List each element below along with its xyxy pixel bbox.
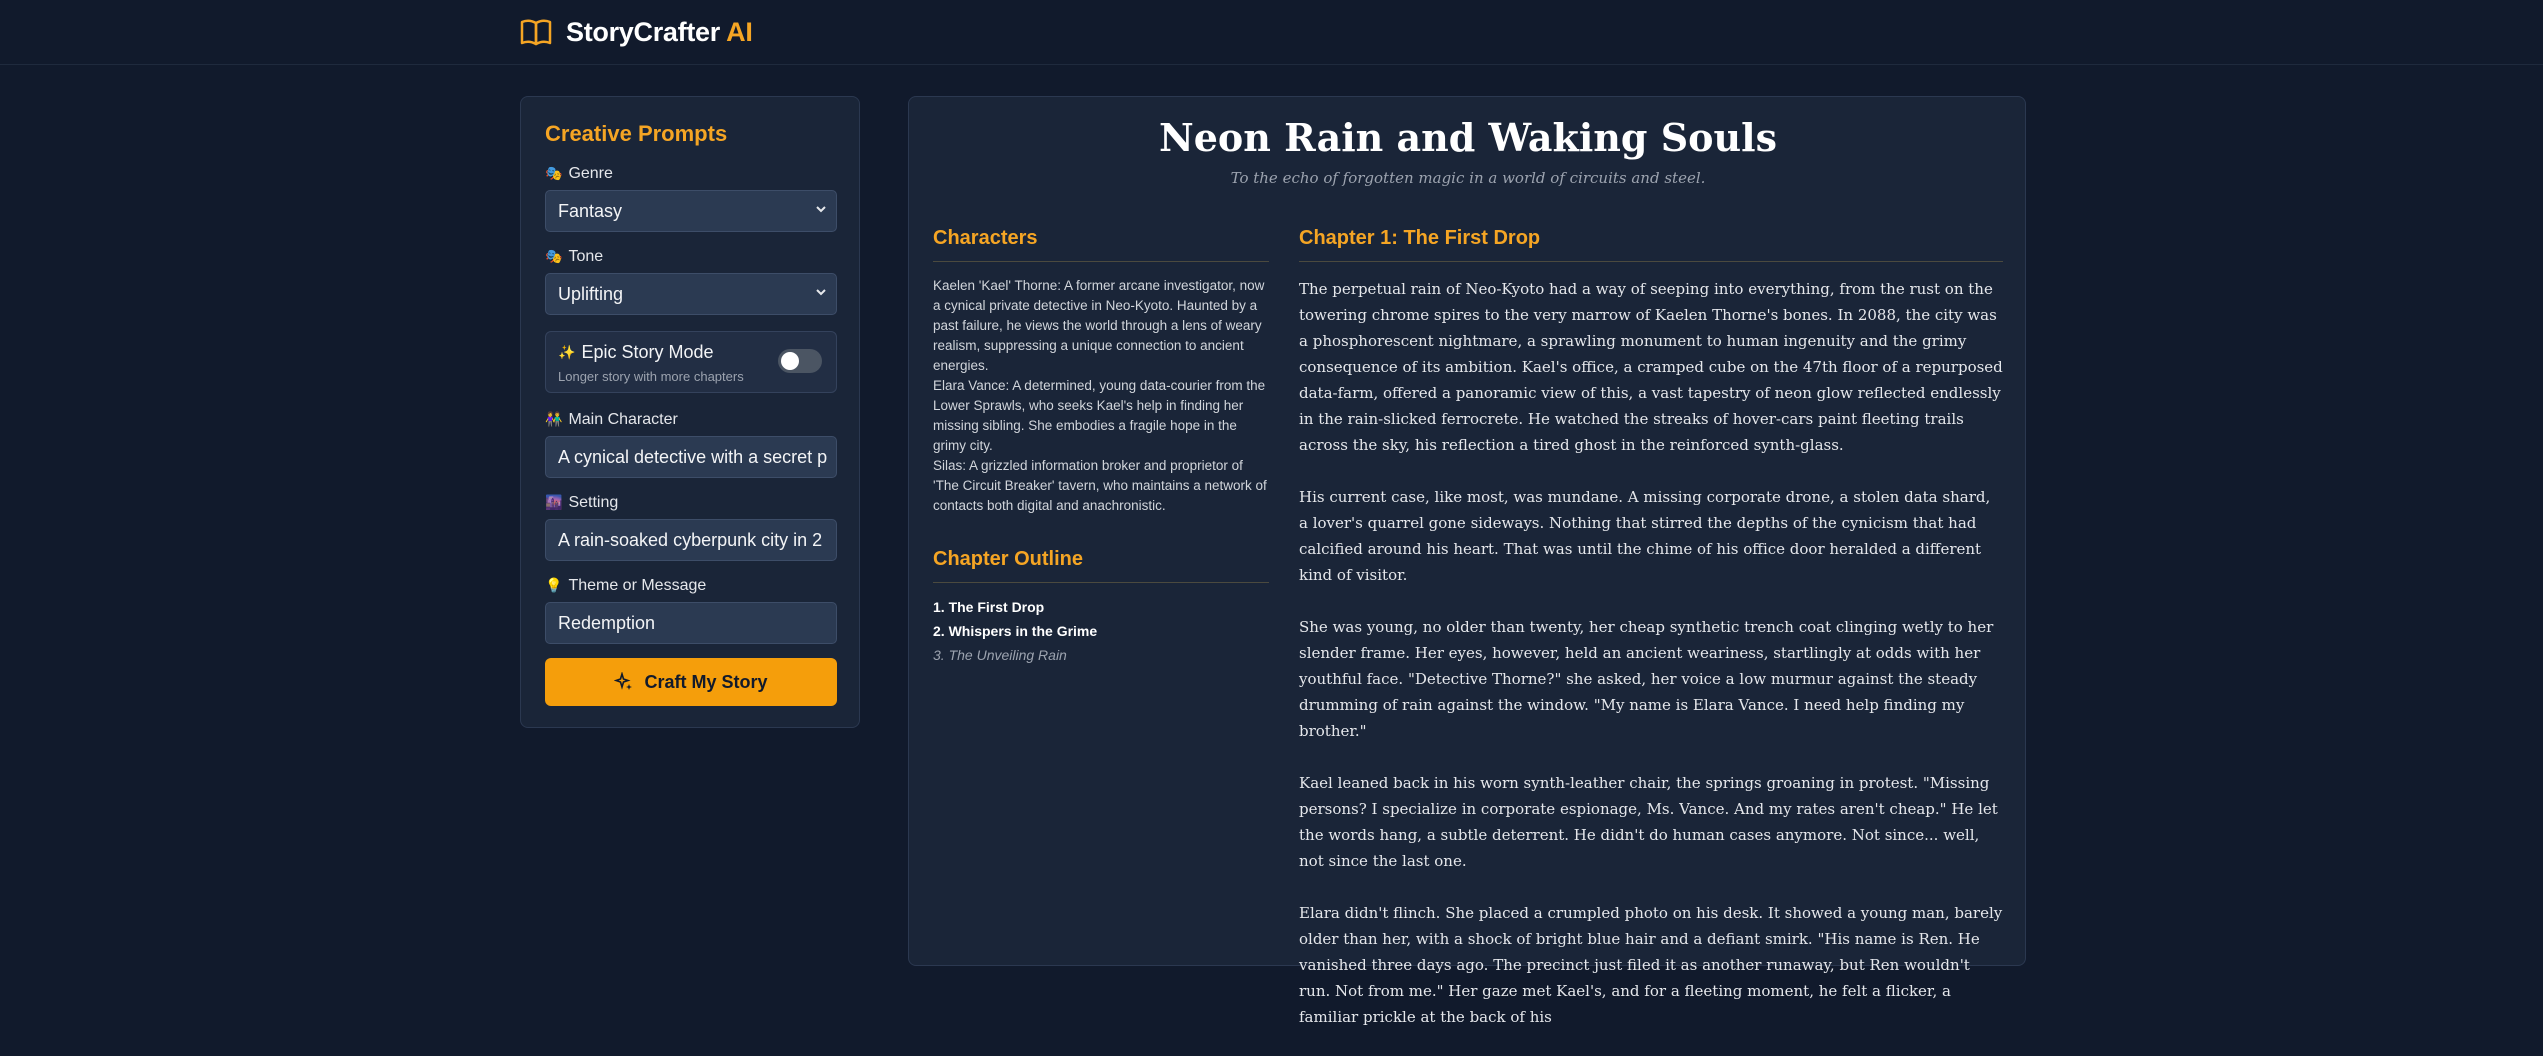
sparkles-icon: ✨ (558, 344, 576, 361)
creative-prompts-panel: Creative Prompts 🎭 Genre Fantasy 🎭 Tone … (520, 96, 860, 728)
toggle-knob (781, 352, 799, 370)
outline-item[interactable]: 1. The First Drop (933, 595, 1269, 619)
story-paragraph: The perpetual rain of Neo-Kyoto had a wa… (1299, 280, 2003, 454)
magic-sparkle-icon (614, 672, 633, 690)
performing-arts-icon: 🎭 (545, 249, 563, 265)
story-paragraph: She was young, no older than twenty, her… (1299, 618, 1994, 740)
main-character-label: 👫 Main Character (545, 411, 678, 428)
setting-label: 🌆 Setting (545, 494, 619, 511)
story-panel: Neon Rain and Waking Souls To the echo o… (908, 96, 2026, 1026)
theater-masks-icon: 🎭 (545, 166, 563, 182)
story-paragraph: Elara didn't flinch. She placed a crumpl… (1299, 904, 2003, 1026)
epic-title: ✨ Epic Story Mode (558, 342, 714, 362)
chevron-down-icon (816, 289, 826, 296)
divider (933, 261, 1269, 262)
panel-title: Creative Prompts (545, 121, 728, 146)
story-paragraph: His current case, like most, was mundane… (1299, 488, 1991, 584)
open-book-icon (520, 19, 552, 46)
main-character-input[interactable]: A cynical detective with a secret p (545, 436, 837, 478)
theme-input[interactable]: Redemption (545, 602, 837, 644)
epic-subtitle: Longer story with more chapters (558, 369, 744, 384)
brand[interactable]: StoryCrafter AI (520, 14, 753, 50)
lightbulb-icon: 💡 (545, 578, 563, 594)
chapter-heading: Chapter 1: The First Drop (1299, 227, 1541, 249)
city-icon: 🌆 (545, 495, 563, 511)
divider (1299, 261, 2003, 262)
app-header: StoryCrafter AI (0, 0, 2543, 65)
chapter-outline: 1. The First Drop 2. Whispers in the Gri… (933, 595, 1269, 667)
divider (933, 582, 1269, 583)
tone-label: 🎭 Tone (545, 248, 604, 265)
outline-heading: Chapter Outline (933, 548, 1084, 570)
story-paragraph: Kael leaned back in his worn synth-leath… (1299, 774, 1998, 870)
chevron-down-icon (816, 206, 826, 213)
brand-name: StoryCrafter AI (566, 16, 753, 47)
outline-item[interactable]: 3. The Unveiling Rain (933, 643, 1269, 667)
story-title: Neon Rain and Waking Souls (1159, 115, 1777, 160)
craft-story-button[interactable]: Craft My Story (545, 658, 837, 706)
character-entry: Silas: A grizzled information broker and… (933, 458, 1267, 513)
character-entry: Kaelen 'Kael' Thorne: A former arcane in… (933, 278, 1265, 373)
genre-label: 🎭 Genre (545, 165, 613, 182)
theme-label: 💡 Theme or Message (545, 577, 707, 594)
genre-select[interactable]: Fantasy (545, 190, 837, 232)
characters-list: Kaelen 'Kael' Thorne: A former arcane in… (933, 276, 1269, 516)
tone-select[interactable]: Uplifting (545, 273, 837, 315)
epic-story-mode: ✨ Epic Story Mode Longer story with more… (545, 331, 837, 393)
characters-heading: Characters (933, 227, 1038, 249)
setting-input[interactable]: A rain-soaked cyberpunk city in 2 (545, 519, 837, 561)
people-icon: 👫 (545, 412, 563, 428)
epic-mode-toggle[interactable] (778, 349, 822, 373)
outline-item[interactable]: 2. Whispers in the Grime (933, 619, 1269, 643)
character-entry: Elara Vance: A determined, young data-co… (933, 378, 1266, 453)
chapter-text: The perpetual rain of Neo-Kyoto had a wa… (1299, 276, 2003, 1056)
story-subtitle: To the echo of forgotten magic in a worl… (1230, 169, 1706, 187)
